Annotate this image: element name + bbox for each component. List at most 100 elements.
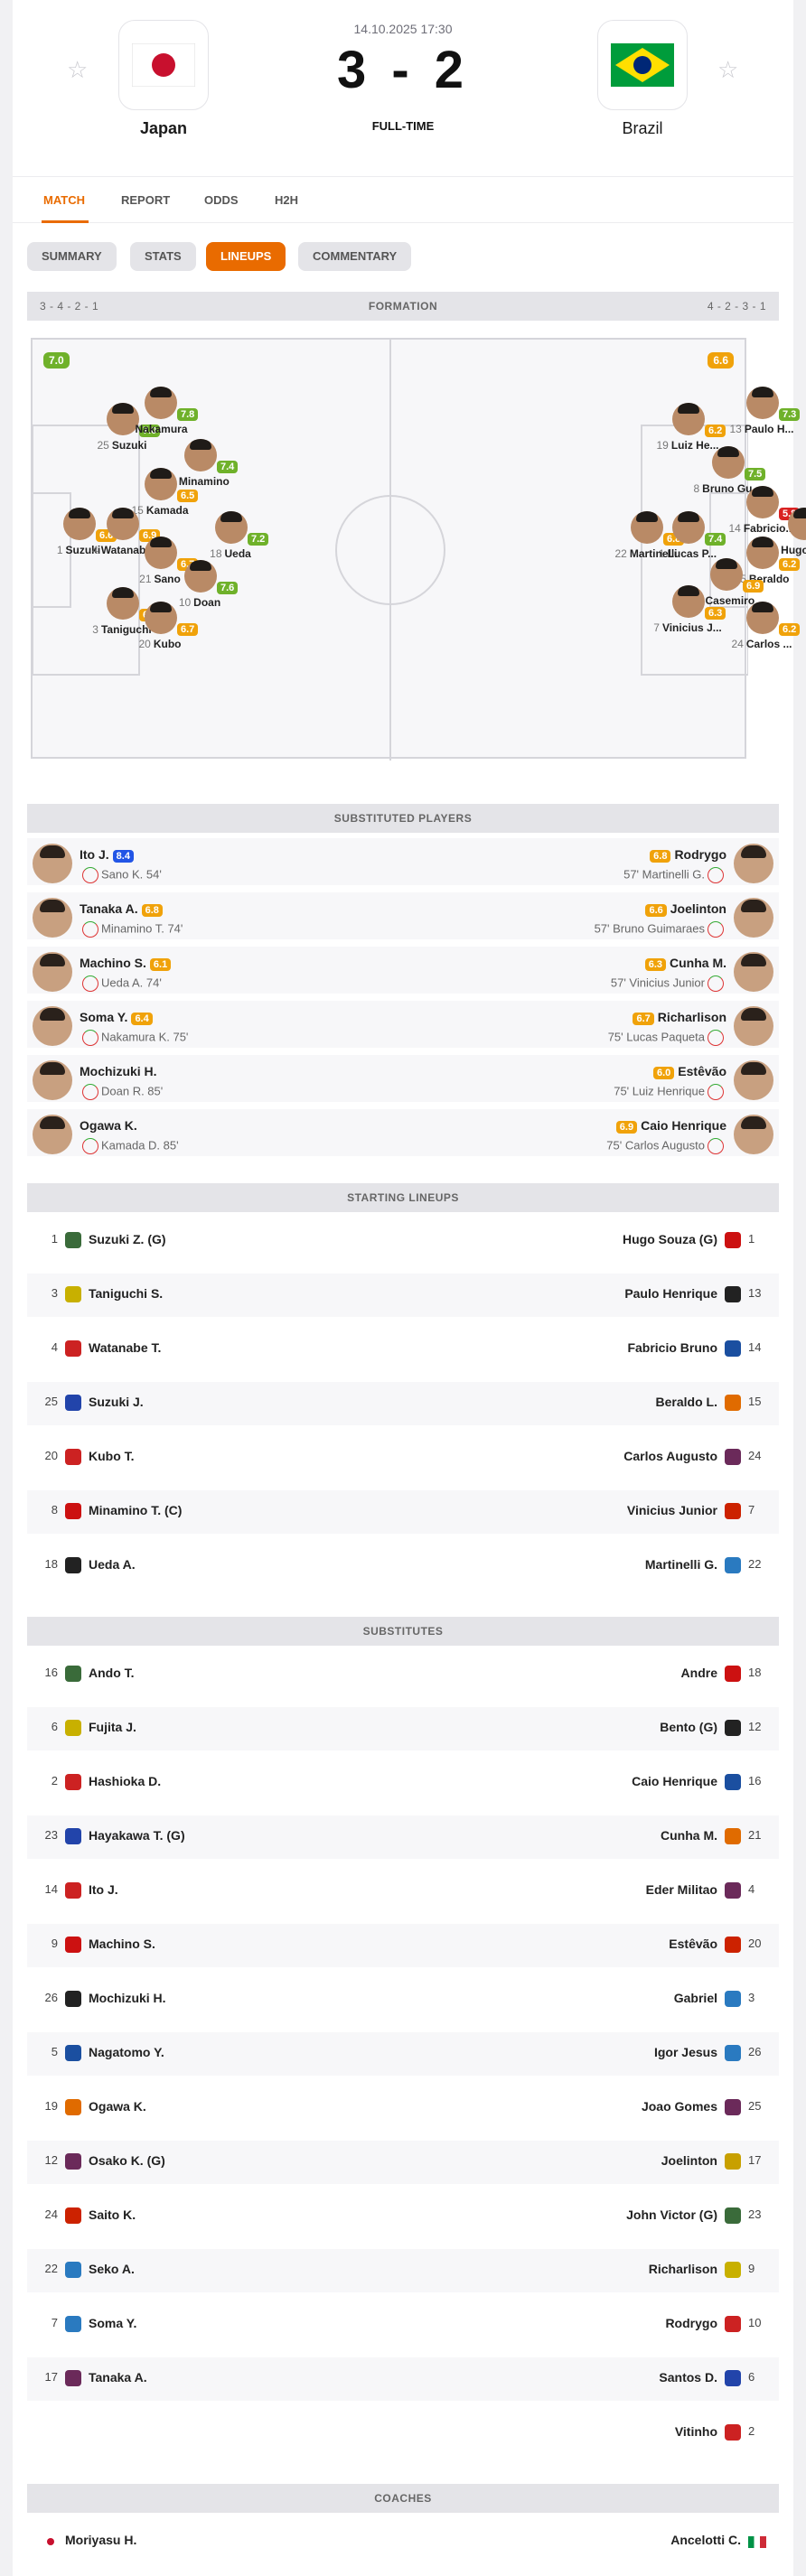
away-sub-player[interactable]: 6.8 Rodrygo [646,847,726,863]
away-player-name[interactable]: Rodrygo [665,2316,717,2330]
subtab-commentary[interactable]: COMMENTARY [298,242,412,271]
player-rating: 6.5 [177,490,199,502]
home-shirt-number: 9 [51,1937,58,1950]
away-player-name[interactable]: Joelinton [661,2153,717,2168]
substitution-row: Soma Y. 6.4 Nakamura K. 75' 6.7 Richarlison 7… [27,1001,779,1051]
home-player-name[interactable]: Osako K. (G) [89,2153,165,2168]
home-sub-player[interactable]: Soma Y. 6.4 [80,1010,156,1025]
h-player-1[interactable]: Nakamura 7.8 [110,387,210,441]
away-player-name[interactable]: Paulo Henrique [624,1286,717,1301]
away-sub-player[interactable]: 6.3 Cunha M. [642,956,726,971]
a-player-1[interactable]: 13 Paulo H... 7.3 [712,387,806,441]
player-rating: 7.8 [177,408,199,421]
away-player-name[interactable]: Igor Jesus [654,2045,717,2059]
home-coach[interactable]: Moriyasu H. [65,2533,136,2547]
lineup-row: 24 Saito K. John Victor (G) 23 [27,2195,779,2238]
away-player-name[interactable]: Vitinho [675,2424,717,2439]
away-player-name[interactable]: Eder Militao [646,1882,717,1897]
home-player-name[interactable]: Mochizuki H. [89,1991,166,2005]
a-player-10[interactable]: 24 Carlos ... 6.2 [712,602,806,656]
home-player-photo [33,844,72,883]
home-player-name[interactable]: Ogawa K. [89,2099,146,2114]
player-number: 3 [92,623,98,636]
home-sub-name: Mochizuki H. [80,1064,157,1078]
home-player-name[interactable]: Watanabe T. [89,1340,161,1355]
home-player-name[interactable]: Suzuki Z. (G) [89,1232,166,1246]
home-player-name[interactable]: Fujita J. [89,1720,136,1734]
away-player-name[interactable]: Caio Henrique [632,1774,717,1788]
lineup-row: 14 Ito J. Eder Militao 4 [27,1870,779,1913]
away-shirt-number: 1 [748,1232,755,1246]
home-player-name[interactable]: Ito J. [89,1882,118,1897]
away-sub-detail: 75' Carlos Augusto [606,1138,705,1153]
away-player-name[interactable]: Santos D. [659,2370,717,2385]
tab-report[interactable]: REPORT [121,193,170,207]
lineup-row: 25 Suzuki J. Beraldo L. 15 [27,1382,779,1425]
subtab-lineups[interactable]: LINEUPS [206,242,286,271]
home-sub-replaced: Doan R. 85' [80,1084,163,1100]
home-player-name[interactable]: Ueda A. [89,1557,136,1572]
away-club-badge-icon [725,1503,741,1519]
away-player-name[interactable]: John Victor (G) [626,2207,717,2222]
home-sub-replaced: Minamino T. 74' [80,921,183,938]
away-player-name[interactable]: Andre [681,1666,717,1680]
away-player-name[interactable]: Joao Gomes [642,2099,717,2114]
home-sub-player[interactable]: Ogawa K. [80,1118,137,1133]
away-player-name[interactable]: Beraldo L. [656,1395,717,1409]
player-rating: 7.4 [217,461,239,473]
away-sub-player[interactable]: 6.0 Estêvão [650,1064,726,1079]
away-player-name[interactable]: Carlos Augusto [623,1449,717,1463]
home-player-name[interactable]: Soma Y. [89,2316,136,2330]
away-shirt-number: 10 [748,2316,762,2329]
home-player-name[interactable]: Saito K. [89,2207,136,2222]
away-sub-detail: 75' Lucas Paqueta [607,1030,705,1044]
home-player-name[interactable]: Minamino T. (C) [89,1503,182,1517]
away-player-name[interactable]: Richarlison [649,2262,717,2276]
away-sub-player[interactable]: 6.7 Richarlison [629,1010,726,1025]
away-player-name[interactable]: Hugo Souza (G) [623,1232,717,1246]
home-player-name[interactable]: Kubo T. [89,1449,135,1463]
favorite-away-star-icon[interactable]: ☆ [717,56,738,84]
home-sub-player[interactable]: Machino S. 6.1 [80,956,174,971]
tab-odds[interactable]: ODDS [204,193,239,207]
home-sub-player[interactable]: Tanaka A. 6.8 [80,901,166,917]
away-player-name[interactable]: Cunha M. [661,1828,717,1843]
home-player-name[interactable]: Hashioka D. [89,1774,161,1788]
away-player-name[interactable]: Martinelli G. [645,1557,717,1572]
tab-match[interactable]: MATCH [43,193,85,207]
home-player-photo [33,1006,72,1046]
away-player-photo [734,898,773,938]
subtab-summary[interactable]: SUMMARY [27,242,117,271]
away-player-name[interactable]: Gabriel [674,1991,717,2005]
subtab-stats[interactable]: STATS [130,242,196,271]
home-player-name[interactable]: Tanaka A. [89,2370,147,2385]
h-player-10[interactable]: 20 Kubo 6.7 [110,602,210,656]
away-shirt-number: 3 [748,1991,755,2004]
home-player-name[interactable]: Taniguchi S. [89,1286,163,1301]
away-sub-player[interactable]: 6.9 Caio Henrique [613,1118,726,1134]
tab-h2h[interactable]: H2H [275,193,298,207]
player-name: Kubo [153,638,182,650]
home-player-name[interactable]: Seko A. [89,2262,135,2276]
home-sub-player[interactable]: Ito J. 8.4 [80,847,137,863]
away-player-name[interactable]: Vinicius Junior [627,1503,717,1517]
home-player-name[interactable]: Nagatomo Y. [89,2045,164,2059]
player-number: 1 [56,544,63,556]
home-player-name[interactable]: Ando T. [89,1666,135,1680]
away-shirt-number: 9 [748,2262,755,2275]
home-player-name[interactable]: Suzuki J. [89,1395,144,1409]
lineup-row: 23 Hayakawa T. (G) Cunha M. 21 [27,1815,779,1859]
away-player-name[interactable]: Bento (G) [660,1720,717,1734]
home-shirt-number: 23 [44,1828,58,1842]
home-player-photo [33,1115,72,1154]
home-sub-player[interactable]: Mochizuki H. [80,1064,157,1078]
away-player-name[interactable]: Estêvão [669,1937,717,1951]
away-team[interactable]: Brazil [593,20,692,138]
home-shirt-number: 4 [51,1340,58,1354]
away-sub-player[interactable]: 6.6 Joelinton [642,901,726,917]
home-player-name[interactable]: Machino S. [89,1937,155,1951]
home-club-badge-icon [65,1666,81,1682]
home-player-name[interactable]: Hayakawa T. (G) [89,1828,185,1843]
away-player-name[interactable]: Fabricio Bruno [627,1340,717,1355]
away-coach[interactable]: Ancelotti C. [670,2533,741,2547]
